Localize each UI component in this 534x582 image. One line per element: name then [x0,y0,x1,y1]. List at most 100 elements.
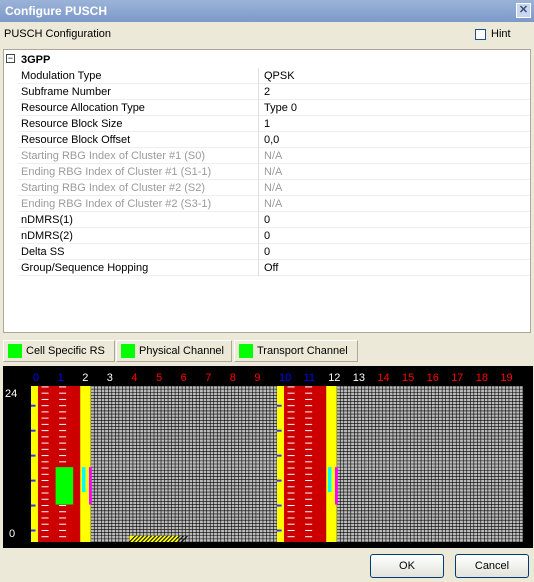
slot-label: 4 [131,372,137,384]
property-row[interactable]: Subframe Number 2 [18,84,530,100]
slot-label: 6 [181,372,187,384]
blue-mark [31,529,36,532]
property-name: nDMRS(1) [21,214,73,226]
property-name: Resource Block Offset [21,134,131,146]
column-divider [258,132,259,148]
checkbox-box[interactable] [475,28,486,40]
collapse-icon[interactable]: − [6,54,15,63]
property-value[interactable]: 0 [264,246,270,258]
group-header[interactable]: − 3GPP [4,52,530,68]
column-divider [258,244,259,260]
close-icon[interactable]: ✕ [516,3,531,18]
blue-mark [31,479,36,482]
slot-label: 14 [377,372,389,384]
column-divider [258,228,259,244]
column-divider [258,180,259,196]
cancel-button[interactable]: Cancel [455,554,529,578]
slot-label: 12 [328,372,340,384]
slot-label: 17 [451,372,463,384]
slot-label: 5 [156,372,162,384]
property-row[interactable]: Modulation Type QPSK [18,68,530,84]
config-title: PUSCH Configuration [4,28,111,40]
blue-mark [277,504,282,507]
column-divider [258,68,259,84]
column-divider [258,116,259,132]
slot-label: 0 [33,372,39,384]
property-name: Subframe Number [21,86,111,98]
blue-mark [31,504,36,507]
property-value: N/A [264,182,283,194]
property-value[interactable]: 0,0 [264,134,279,146]
rs-column [277,386,285,542]
property-name: Starting RBG Index of Cluster #2 (S2) [21,182,206,194]
group-title: 3GPP [21,54,51,66]
slot-label: 13 [353,372,365,384]
property-row[interactable]: Starting RBG Index of Cluster #1 (S0) N/A [18,148,530,164]
property-value[interactable]: 0 [264,230,270,242]
legend-cell-specific-rs: Cell Specific RS [3,340,115,362]
property-row[interactable]: Resource Allocation Type Type 0 [18,100,530,116]
property-row[interactable]: Ending RBG Index of Cluster #1 (S1-1) N/A [18,164,530,180]
property-grid: − 3GPP Modulation Type QPSK Subframe Numbe… [3,49,531,333]
ok-button[interactable]: OK [370,554,444,578]
blue-mark [277,479,282,482]
column-divider [258,164,259,180]
property-name: Ending RBG Index of Cluster #2 (S3-1) [21,198,212,210]
slot-label: 3 [107,372,113,384]
cyan-marker [327,467,332,493]
legend-label: Cell Specific RS [26,345,105,357]
slot-label: 8 [230,372,236,384]
property-name: Resource Block Size [21,118,123,130]
column-divider [258,148,259,164]
channel-block [31,386,81,542]
blue-mark [31,454,36,457]
property-row[interactable]: nDMRS(1) 0 [18,212,530,228]
property-value[interactable]: 0 [264,214,270,226]
property-row[interactable]: Resource Block Size 1 [18,116,530,132]
blue-mark [277,429,282,432]
blue-mark [277,529,282,532]
y-axis-top-label: 24 [5,388,17,400]
legend-swatch [121,344,135,358]
magenta-marker [334,467,338,505]
property-row[interactable]: Group/Sequence Hopping Off [18,260,530,276]
legend-swatch [8,344,22,358]
column-divider [258,84,259,100]
property-row[interactable]: Starting RBG Index of Cluster #2 (S2) N/A [18,180,530,196]
property-name: Resource Allocation Type [21,102,145,114]
hint-checkbox[interactable]: Hint [475,28,511,40]
slot-label: 7 [205,372,211,384]
legend-label: Physical Channel [139,345,224,357]
hint-label: Hint [491,28,511,40]
property-value[interactable]: Type 0 [264,102,297,114]
legend-transport-channel: Transport Channel [234,340,358,362]
column-divider [258,212,259,228]
allocation-block [55,467,74,505]
property-row[interactable]: Delta SS 0 [18,244,530,260]
property-row[interactable]: nDMRS(2) 0 [18,228,530,244]
property-value[interactable]: Off [264,262,278,274]
title-bar: Configure PUSCH ✕ [0,0,534,22]
blue-mark [31,404,36,407]
property-name: Ending RBG Index of Cluster #1 (S1-1) [21,166,212,178]
column-divider [258,100,259,116]
slot-label: 16 [427,372,439,384]
property-value[interactable]: 1 [264,118,270,130]
property-value[interactable]: 2 [264,86,270,98]
slot-label: 15 [402,372,414,384]
property-name: Group/Sequence Hopping [21,262,149,274]
slot-label: 19 [500,372,512,384]
property-name: Delta SS [21,246,65,258]
property-row[interactable]: Resource Block Offset 0,0 [18,132,530,148]
blue-mark [31,429,36,432]
slot-label: 18 [476,372,488,384]
slot-label: 9 [254,372,260,384]
resource-grid-svg: 0 1 2 3 4 5 6 7 8 9 10 11 12 13 14 15 16 17 18 19240 [5,372,524,543]
magenta-marker [88,467,92,505]
legend-physical-channel: Physical Channel [116,340,232,362]
cyan-marker [81,467,86,493]
property-row[interactable]: Ending RBG Index of Cluster #2 (S3-1) N/A [18,196,530,212]
property-value[interactable]: QPSK [264,70,295,82]
column-divider [258,260,259,276]
rs-column [326,386,337,542]
